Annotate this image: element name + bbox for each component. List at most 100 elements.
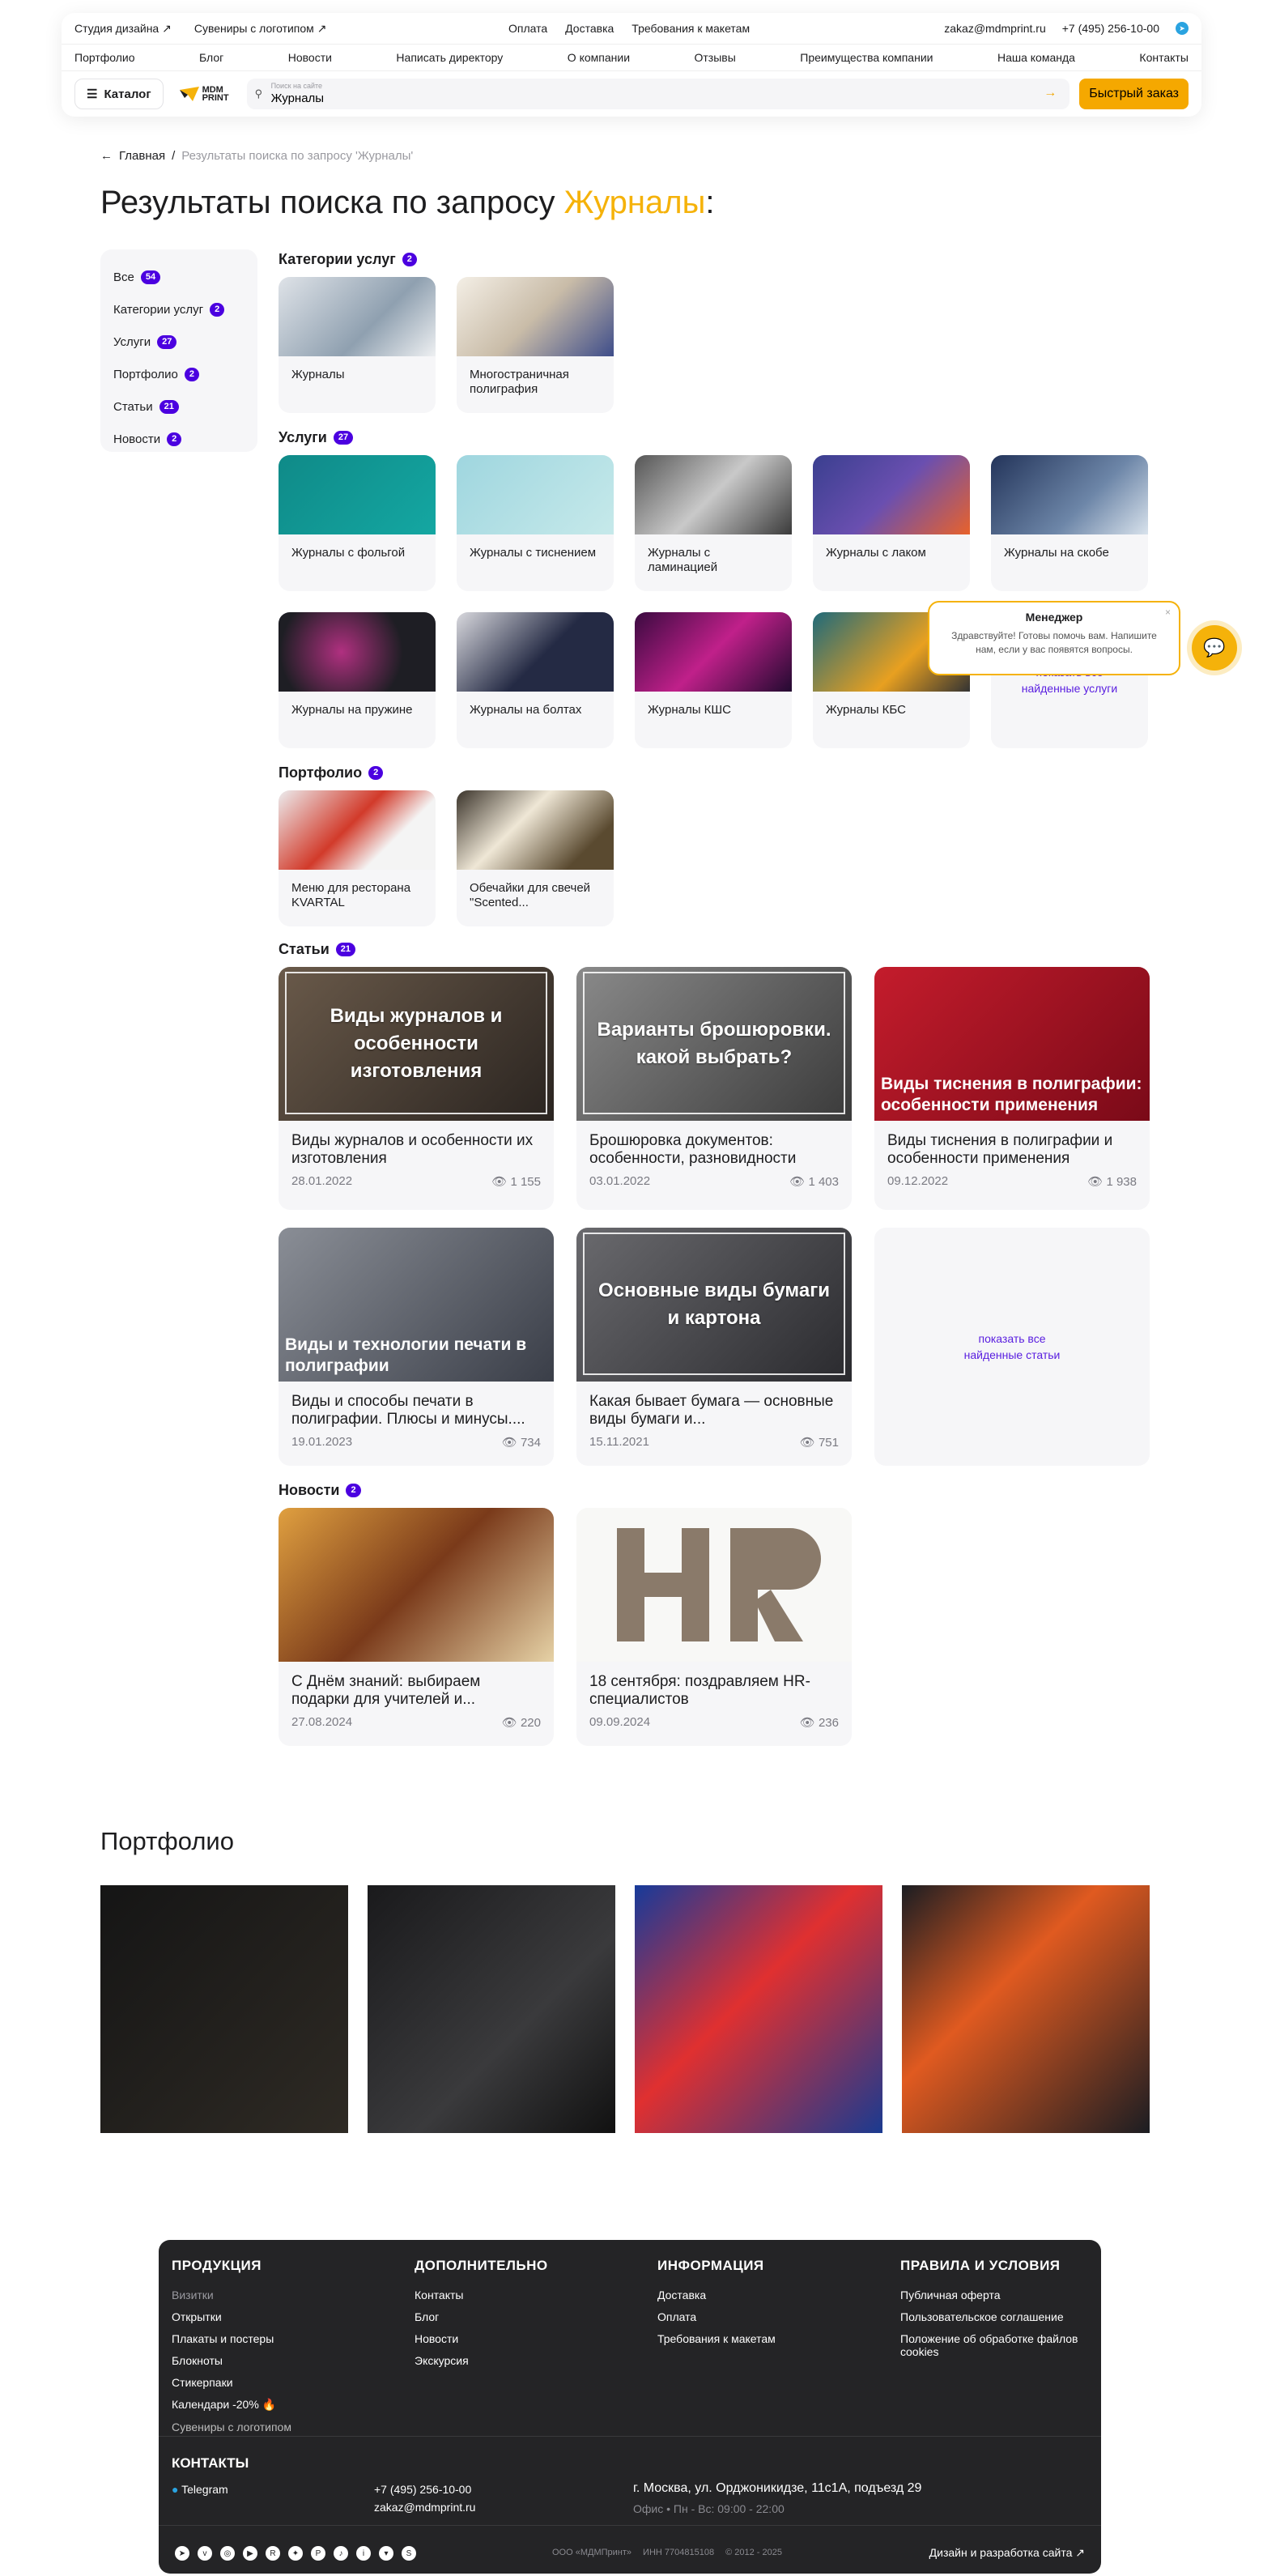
footer-link[interactable]: Стикерпаки bbox=[172, 2376, 291, 2389]
views-count: 751 bbox=[818, 1436, 839, 1450]
vc-icon[interactable]: ▾ bbox=[379, 2546, 393, 2561]
service-card[interactable]: Журналы на скобе bbox=[991, 455, 1148, 591]
catalog-button[interactable]: ☰ Каталог bbox=[74, 79, 164, 109]
news-title[interactable]: С Днём знаний: выбираем подарки для учит… bbox=[279, 1673, 554, 1709]
arrow-right-icon[interactable]: → bbox=[1044, 86, 1057, 100]
nav-advantages[interactable]: Преимущества компании bbox=[800, 51, 933, 64]
service-card[interactable]: Журналы с фольгой bbox=[279, 455, 436, 591]
footer-link[interactable]: Положение об обработке файлов cookies bbox=[900, 2332, 1087, 2358]
footer-link[interactable]: Экскурсия bbox=[415, 2354, 548, 2367]
delivery-link[interactable]: Доставка bbox=[565, 22, 614, 35]
portfolio-tile[interactable] bbox=[902, 1885, 1150, 2133]
article-title[interactable]: Виды журналов и особенности их изготовле… bbox=[279, 1132, 554, 1168]
nav-news[interactable]: Новости bbox=[288, 51, 332, 64]
filter-news[interactable]: Новости 2 bbox=[113, 423, 245, 455]
show-all-articles-button[interactable]: показать все найденные статьи bbox=[874, 1228, 1150, 1466]
instagram-icon[interactable]: ◎ bbox=[220, 2546, 235, 2561]
footer-link[interactable]: Требования к макетам bbox=[657, 2332, 776, 2345]
article-views: 👁 751 bbox=[800, 1435, 839, 1450]
portfolio-card[interactable]: Обечайки для свечей "Scented... bbox=[457, 790, 614, 926]
chat-button[interactable]: 💬 bbox=[1192, 625, 1237, 671]
article-card[interactable]: Виды тиснения в полиграфии: особенности … bbox=[874, 967, 1150, 1210]
service-card[interactable]: Журналы с ламинацией bbox=[635, 455, 792, 591]
footer-link[interactable]: Пользовательское соглашение bbox=[900, 2310, 1087, 2323]
news-title[interactable]: 18 сентября: поздравляем HR-специалистов bbox=[576, 1673, 852, 1709]
payment-link[interactable]: Оплата bbox=[508, 22, 547, 35]
footer-email[interactable]: zakaz@mdmprint.ru bbox=[374, 2501, 475, 2514]
tiktok-icon[interactable]: ♪ bbox=[334, 2546, 348, 2561]
footer-phone[interactable]: +7 (495) 256-10-00 bbox=[374, 2483, 471, 2496]
article-title[interactable]: Виды и способы печати в полиграфии. Плюс… bbox=[279, 1393, 554, 1429]
header-email[interactable]: zakaz@mdmprint.ru bbox=[944, 22, 1045, 35]
nav-reviews[interactable]: Отзывы bbox=[695, 51, 736, 64]
youtube-icon[interactable]: ▶ bbox=[243, 2546, 257, 2561]
footer-link[interactable]: Сувениры с логотипом bbox=[172, 2421, 291, 2433]
category-card[interactable]: Журналы bbox=[279, 277, 436, 413]
footer-link[interactable]: Блокноты bbox=[172, 2354, 291, 2367]
news-card[interactable] bbox=[576, 1508, 852, 1746]
souvenirs-link[interactable]: Сувениры с логотипом ↗ bbox=[194, 22, 327, 36]
search-input[interactable] bbox=[270, 91, 1000, 105]
category-card[interactable]: Многостраничная полиграфия bbox=[457, 277, 614, 413]
info-icon[interactable]: i bbox=[356, 2546, 371, 2561]
rutube-icon[interactable]: R bbox=[266, 2546, 280, 2561]
nav-about[interactable]: О компании bbox=[568, 51, 630, 64]
filter-articles[interactable]: Статьи 21 bbox=[113, 390, 245, 423]
telegram-icon[interactable]: ➤ bbox=[175, 2546, 189, 2561]
portfolio-tile[interactable] bbox=[635, 1885, 882, 2133]
footer-link[interactable]: Оплата bbox=[657, 2310, 776, 2323]
developer-link[interactable]: Дизайн и разработка сайта ↗ bbox=[929, 2546, 1085, 2560]
skype-icon[interactable]: S bbox=[402, 2546, 416, 2561]
header-phone[interactable]: +7 (495) 256-10-00 bbox=[1062, 22, 1159, 35]
filter-all[interactable]: Все 54 bbox=[113, 261, 245, 293]
footer-link[interactable]: Открытки bbox=[172, 2310, 291, 2323]
close-icon[interactable]: × bbox=[1165, 606, 1171, 620]
article-title[interactable]: Виды тиснения в полиграфии и особенности… bbox=[874, 1132, 1150, 1168]
article-card[interactable]: Виды и технологии печати в полиграфии bbox=[279, 1228, 554, 1466]
nav-team[interactable]: Наша команда bbox=[997, 51, 1075, 64]
portfolio-tile[interactable] bbox=[368, 1885, 615, 2133]
service-card[interactable]: Журналы с лаком bbox=[813, 455, 970, 591]
footer-link[interactable]: Контакты bbox=[415, 2289, 548, 2301]
portfolio-card[interactable]: Меню для ресторана KVARTAL bbox=[279, 790, 436, 926]
breadcrumb-home[interactable]: Главная bbox=[119, 149, 165, 163]
nav-portfolio[interactable]: Портфолио bbox=[74, 51, 135, 64]
logo[interactable]: MDM PRINT bbox=[179, 86, 229, 103]
footer-link[interactable]: Плакаты и постеры bbox=[172, 2332, 291, 2345]
chat-popup[interactable]: × Менеджер Здравствуйте! Готовы помочь вам… bbox=[928, 601, 1180, 675]
footer-link[interactable]: Календари -20% 🔥 bbox=[172, 2398, 291, 2412]
back-arrow-icon[interactable]: ← bbox=[100, 149, 113, 163]
article-title[interactable]: Какая бывает бумага — основные виды бума… bbox=[576, 1393, 852, 1429]
filter-portfolio[interactable]: Портфолио 2 bbox=[113, 358, 245, 390]
footer-link[interactable]: Визитки bbox=[172, 2289, 291, 2301]
requirements-link[interactable]: Требования к макетам bbox=[632, 22, 750, 35]
filter-services[interactable]: Услуги 27 bbox=[113, 326, 245, 358]
filter-categories[interactable]: Категории услуг 2 bbox=[113, 293, 245, 326]
footer-link[interactable]: Публичная оферта bbox=[900, 2289, 1087, 2301]
nav-blog[interactable]: Блог bbox=[199, 51, 223, 64]
footer-link[interactable]: Новости bbox=[415, 2332, 548, 2345]
news-card[interactable] bbox=[279, 1508, 554, 1746]
footer-telegram-link[interactable]: ● Telegram bbox=[172, 2483, 228, 2496]
design-studio-link[interactable]: Студия дизайна ↗ bbox=[74, 22, 172, 36]
service-card[interactable]: Журналы на пружине bbox=[279, 612, 436, 748]
vk-icon[interactable]: v bbox=[198, 2546, 212, 2561]
article-card[interactable]: Основные виды бумаги и картона bbox=[576, 1228, 852, 1466]
telegram-icon[interactable]: ➤ bbox=[1176, 22, 1189, 35]
search-box[interactable]: ⚲ Поиск на сайте → bbox=[246, 79, 1070, 109]
section-services-heading: Услуги 27 bbox=[279, 429, 354, 446]
service-card[interactable]: Журналы на болтах bbox=[457, 612, 614, 748]
service-card[interactable]: Журналы с тиснением bbox=[457, 455, 614, 591]
nav-contacts[interactable]: Контакты bbox=[1139, 51, 1188, 64]
footer-link[interactable]: Доставка bbox=[657, 2289, 776, 2301]
footer-link[interactable]: Блог bbox=[415, 2310, 548, 2323]
dzen-icon[interactable]: ✦ bbox=[288, 2546, 303, 2561]
article-card[interactable]: Варианты брошюровки. какой выбрать? bbox=[576, 967, 852, 1210]
article-card[interactable]: Виды журналов и особенности изготовления bbox=[279, 967, 554, 1210]
quick-order-button[interactable]: Быстрый заказ bbox=[1079, 79, 1189, 109]
pinterest-icon[interactable]: P bbox=[311, 2546, 325, 2561]
service-card[interactable]: Журналы КШС bbox=[635, 612, 792, 748]
nav-write-director[interactable]: Написать директору bbox=[396, 51, 503, 64]
portfolio-tile[interactable] bbox=[100, 1885, 348, 2133]
article-title[interactable]: Брошюровка документов: особенности, разн… bbox=[576, 1132, 852, 1168]
